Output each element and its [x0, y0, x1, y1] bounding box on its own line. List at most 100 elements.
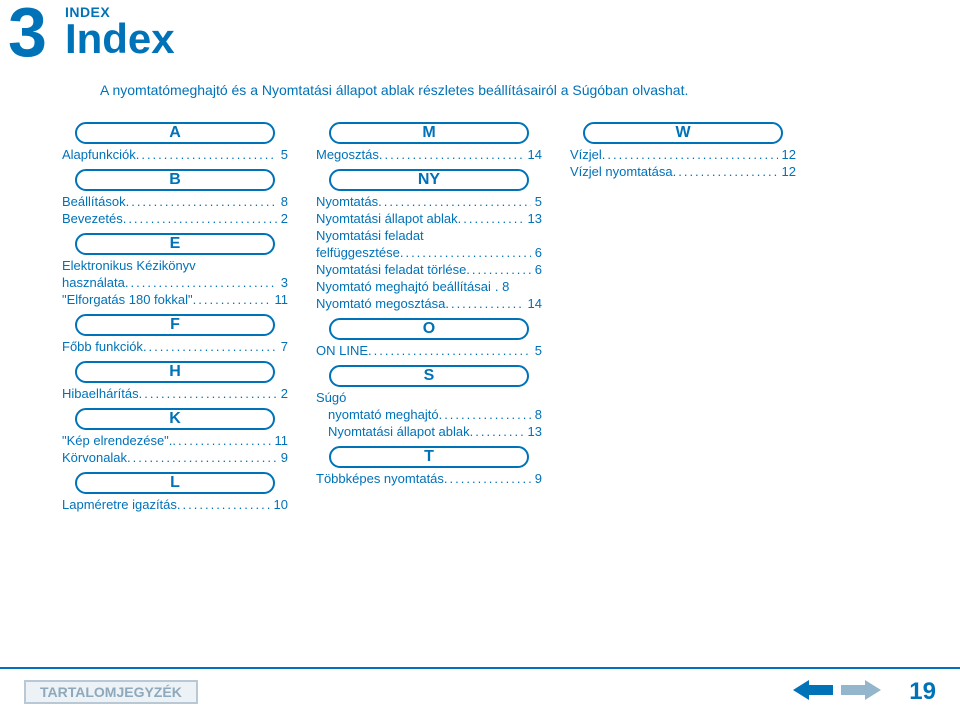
index-entry[interactable]: Főbb funkciók...........................… [62, 339, 288, 354]
index-entry-page: 2 [277, 211, 288, 226]
index-entry-leader: ........................................… [127, 450, 277, 465]
index-entry[interactable]: Súgó [316, 390, 542, 405]
index-entry[interactable]: Lapméretre igazítás.....................… [62, 497, 288, 512]
index-entry[interactable]: felfüggesztése..........................… [316, 245, 542, 260]
index-entry[interactable]: ON LINE.................................… [316, 343, 542, 358]
index-entry-page: 5 [277, 147, 288, 162]
index-entry-label: "Elforgatás 180 fokkal" [62, 292, 193, 307]
nav-right: 19 [793, 678, 936, 706]
index-entry-leader: ........................................… [139, 386, 277, 401]
index-letter-head: W [583, 122, 783, 144]
index-entry[interactable]: Vízjel..................................… [570, 147, 796, 162]
next-page-button[interactable] [841, 679, 881, 706]
index-entry-leader: ........................................… [466, 262, 530, 277]
index-entry-page: 13 [524, 424, 542, 439]
index-entry-label: Súgó [316, 390, 346, 405]
index-entry-page: 7 [277, 339, 288, 354]
index-entry-label: Alapfunkciók [62, 147, 136, 162]
index-entry[interactable]: Vízjel nyomtatása.......................… [570, 164, 796, 179]
index-entry-page: 14 [524, 296, 542, 311]
page-title: Index [65, 18, 175, 60]
index-entry[interactable]: Nyomtatási feladat [316, 228, 542, 243]
index-letter-head: NY [329, 169, 529, 191]
index-entry-page: 5 [531, 194, 542, 209]
index-entry-page: 6 [531, 262, 542, 277]
index-entry-page: 3 [277, 275, 288, 290]
index-letter-head: T [329, 446, 529, 468]
index-entry-label: Bevezetés [62, 211, 123, 226]
index-entry-label: Nyomtatási feladat törlése [316, 262, 466, 277]
index-letter-head: H [75, 361, 275, 383]
index-entry[interactable]: nyomtató meghajtó.......................… [316, 407, 542, 422]
index-entry-label: Nyomtatási állapot ablak [328, 424, 470, 439]
index-entry-page: 8 [277, 194, 288, 209]
index-entry[interactable]: Hibaelhárítás...........................… [62, 386, 288, 401]
index-entry[interactable]: Alapfunkciók............................… [62, 147, 288, 162]
index-entry-label: Hibaelhárítás [62, 386, 139, 401]
index-entry-label: Beállítások [62, 194, 126, 209]
index-entry-leader: ........................................… [379, 147, 524, 162]
index-entry[interactable]: Elektronikus Kézikönyv [62, 258, 288, 273]
toc-button[interactable]: TARTALOMJEGYZÉK [24, 680, 198, 704]
index-entry[interactable]: Nyomtató megosztása.....................… [316, 296, 542, 311]
index-entry-page: 9 [531, 471, 542, 486]
index-entry-label: használata [62, 275, 125, 290]
index-entry-label: Nyomtatási állapot ablak [316, 211, 458, 226]
index-entry-leader: ........................................… [439, 407, 531, 422]
index-entry-leader: ........................................… [470, 424, 524, 439]
index-entry-label: felfüggesztése [316, 245, 400, 260]
index-entry[interactable]: Körvonalak..............................… [62, 450, 288, 465]
index-entry-page: 13 [524, 211, 542, 226]
index-entry-page: 9 [277, 450, 288, 465]
index-entry-label: "Kép elrendezése". [62, 433, 172, 448]
index-entry-label: Megosztás [316, 147, 379, 162]
index-letter-head: B [75, 169, 275, 191]
index-entry-leader: ........................................… [673, 164, 778, 179]
index-entry-leader: ........................................… [143, 339, 277, 354]
index-entry-page: 5 [531, 343, 542, 358]
index-entry[interactable]: "Elforgatás 180 fokkal".................… [62, 292, 288, 307]
chapter-number: 3 [2, 4, 65, 60]
bottom-bar: TARTALOMJEGYZÉK 19 [0, 667, 960, 715]
index-entry-page: 11 [271, 433, 289, 448]
index-entry-label: Nyomtatási feladat [316, 228, 424, 243]
index-entry-page: 14 [524, 147, 542, 162]
index-entry-leader: ........................................… [177, 497, 270, 512]
index-entry[interactable]: Többképes nyomtatás.....................… [316, 471, 542, 486]
index-letter-head: M [329, 122, 529, 144]
index-entry[interactable]: használata..............................… [62, 275, 288, 290]
index-entry[interactable]: Nyomtatási feladat törlése..............… [316, 262, 542, 277]
index-entry[interactable]: "Kép elrendezése".......................… [62, 433, 288, 448]
index-letter-head: K [75, 408, 275, 430]
index-entry-label: Nyomtató meghajtó beállításai [316, 279, 491, 294]
index-letter-head: A [75, 122, 275, 144]
index-entry-leader: ........................................… [378, 194, 531, 209]
index-entry[interactable]: Beállítások.............................… [62, 194, 288, 209]
index-column-1: A Alapfunkciók...........................… [62, 116, 288, 513]
index-entry-label: Nyomtató megosztása [316, 296, 445, 311]
index-entry-page: 12 [778, 164, 796, 179]
page-number: 19 [909, 678, 936, 706]
intro-text: A nyomtatómeghajtó és a Nyomtatási állap… [0, 60, 960, 110]
prev-page-button[interactable] [793, 679, 833, 706]
index-entry-leader: ........................................… [136, 147, 277, 162]
index-entry-leader: ........................................… [444, 471, 531, 486]
index-letter-head: L [75, 472, 275, 494]
index-entry-page: 6 [531, 245, 542, 260]
index-entry-page: 12 [778, 147, 796, 162]
index-entry-label: nyomtató meghajtó [328, 407, 439, 422]
index-entry-label: Nyomtatás [316, 194, 378, 209]
title-block: INDEX Index [65, 4, 175, 60]
index-entry-leader: ........................................… [602, 147, 778, 162]
index-columns: A Alapfunkciók...........................… [0, 110, 960, 513]
index-entry[interactable]: Nyomtatási állapot ablak................… [316, 424, 542, 439]
index-entry-page: 2 [277, 386, 288, 401]
index-entry-page: 11 [271, 292, 289, 307]
index-entry[interactable]: Nyomtató meghajtó beállításai. 8 [316, 279, 542, 294]
index-entry[interactable]: Nyomtatás...............................… [316, 194, 542, 209]
index-entry[interactable]: Megosztás...............................… [316, 147, 542, 162]
index-entry-label: Körvonalak [62, 450, 127, 465]
index-entry[interactable]: Nyomtatási állapot ablak................… [316, 211, 542, 226]
index-entry[interactable]: Bevezetés...............................… [62, 211, 288, 226]
index-entry-page: 10 [270, 497, 288, 512]
